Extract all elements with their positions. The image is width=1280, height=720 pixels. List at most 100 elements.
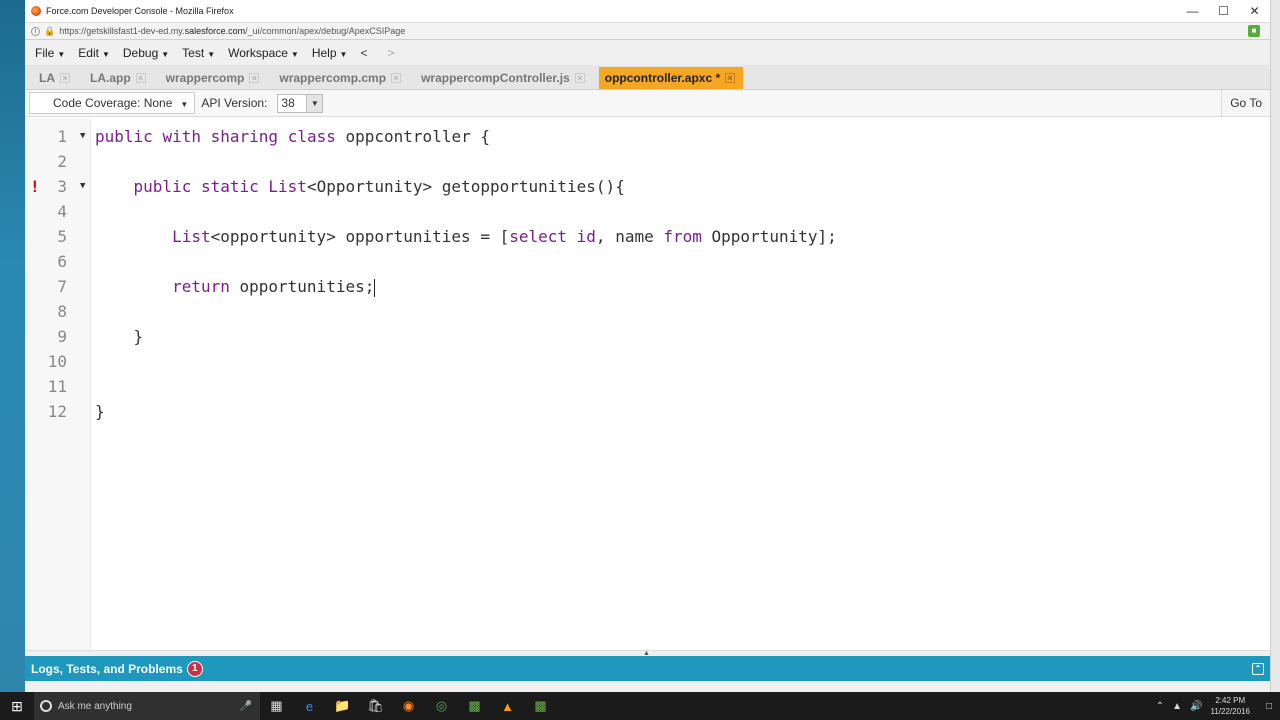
url-path: /_ui/common/apex/debug/ApexCSIPage	[245, 26, 406, 36]
task-view-icon[interactable]: ▦	[260, 698, 293, 714]
network-icon[interactable]: ▲	[1172, 701, 1182, 712]
windows-taskbar: ⊞ Ask me anything 🎤 ▦ e 📁 🛍 ◉ ◎ ▩ ▲ ▩ ⌃ …	[0, 692, 1280, 720]
close-icon[interactable]: ×	[574, 73, 585, 83]
chevron-down-icon[interactable]: ▼	[306, 94, 323, 112]
code-line[interactable]: 6	[25, 249, 1270, 274]
caret-down-icon: ▼	[339, 49, 348, 59]
firefox-taskbar-icon[interactable]: ◉	[392, 698, 425, 714]
minimize-icon[interactable]: —	[1177, 0, 1208, 22]
close-icon[interactable]: ×	[391, 73, 402, 83]
menu-debug[interactable]: Debug ▼	[123, 46, 169, 60]
code-text: }	[95, 402, 105, 421]
line-number: 8	[57, 302, 67, 321]
menu-debug-label: Debug	[122, 45, 159, 60]
line-number: 4	[57, 202, 67, 221]
tab-wrappercomp-controller[interactable]: wrappercompController.js ×	[415, 67, 593, 89]
title-bar: Force.com Developer Console - Mozilla Fi…	[25, 0, 1270, 22]
close-icon[interactable]: ×	[60, 73, 70, 83]
tab-oppcontroller[interactable]: oppcontroller.apxc * ×	[598, 67, 744, 89]
expand-icon[interactable]: ⌃	[1252, 662, 1264, 675]
tab-wrappercomp-cmp[interactable]: wrappercomp.cmp ×	[273, 67, 410, 89]
menu-help-label: Help	[311, 45, 337, 60]
code-editor[interactable]: 1 ▼ public with sharing class oppcontrol…	[25, 119, 1270, 655]
system-tray: ⌃ ▲ 🔊 2:42 PM 11/22/2016 □	[1156, 695, 1280, 717]
logs-tests-problems-panel[interactable]: Logs, Tests, and Problems 1 ⌃	[25, 656, 1270, 681]
close-icon[interactable]: ×	[135, 73, 146, 83]
menu-test-label: Test	[182, 45, 205, 60]
fold-arrow-icon[interactable]: ▼	[80, 124, 85, 149]
browser-scrollbar[interactable]	[1270, 0, 1280, 692]
menu-edit[interactable]: Edit ▼	[78, 46, 110, 60]
search-placeholder: Ask me anything	[58, 700, 132, 712]
code-line[interactable]: 2	[25, 149, 1270, 174]
tab-wrappercomp[interactable]: wrappercomp ×	[159, 67, 268, 89]
menu-workspace[interactable]: Workspace ▼	[228, 46, 299, 60]
close-icon[interactable]: ✕	[1239, 0, 1270, 22]
store-icon[interactable]: 🛍	[359, 698, 392, 714]
url-text[interactable]: https://getskillsfast1-dev-ed.my.salesfo…	[59, 26, 1248, 36]
menu-help[interactable]: Help ▼	[312, 46, 348, 60]
line-number: 10	[47, 352, 67, 371]
line-number: 9	[57, 327, 67, 346]
code-line[interactable]: 10	[25, 349, 1270, 374]
close-icon[interactable]: ×	[725, 73, 736, 83]
clock[interactable]: 2:42 PM 11/22/2016	[1211, 695, 1258, 717]
file-explorer-icon[interactable]: 📁	[326, 698, 359, 714]
tab-la[interactable]: LA ×	[33, 67, 78, 89]
camtasia-recorder-icon[interactable]: ▩	[524, 698, 557, 714]
api-version-select[interactable]: 38 ▼	[277, 93, 324, 113]
cortana-icon	[40, 700, 52, 712]
caret-down-icon: ▼	[161, 49, 170, 59]
menu-file[interactable]: File ▼	[35, 46, 65, 60]
vlc-icon[interactable]: ▲	[491, 699, 524, 714]
url-domain: salesforce.com	[184, 26, 246, 36]
menu-test[interactable]: Test ▼	[182, 46, 215, 60]
fold-arrow-icon[interactable]: ▼	[80, 174, 85, 199]
api-version-label: API Version:	[201, 96, 268, 110]
code-text: return opportunities;	[172, 277, 376, 297]
tab-label: wrappercomp.cmp	[279, 71, 387, 85]
close-icon[interactable]: ×	[249, 73, 260, 83]
code-coverage-label: Code Coverage: None	[53, 96, 173, 110]
line-number: 7	[57, 277, 67, 296]
code-text: }	[95, 327, 144, 346]
microphone-icon[interactable]: 🎤	[240, 701, 252, 712]
line-number: 1	[57, 127, 67, 146]
tab-label: LA.app	[90, 71, 131, 85]
camtasia-icon[interactable]: ▩	[458, 698, 491, 714]
editor-toolbar: Code Coverage: None ▼ API Version: 38 ▼ G…	[25, 90, 1270, 117]
address-bar[interactable]: i 🔒 https://getskillsfast1-dev-ed.my.sal…	[25, 22, 1270, 40]
code-text: public static List<Opportunity> getoppor…	[133, 177, 625, 196]
code-line[interactable]: 5 List<opportunity> opportunities = [sel…	[25, 224, 1270, 249]
code-line[interactable]: ! 3 ▼ public static List<Opportunity> ge…	[25, 174, 1270, 199]
nav-back-button[interactable]: <	[360, 46, 367, 60]
notification-icon[interactable]: □	[1266, 701, 1272, 712]
code-line[interactable]: 11	[25, 374, 1270, 399]
menu-file-label: File	[35, 45, 55, 60]
goto-button[interactable]: Go To	[1221, 90, 1270, 116]
volume-icon[interactable]: 🔊	[1190, 701, 1202, 712]
nav-forward-button[interactable]: >	[387, 46, 394, 60]
addon-icon[interactable]: ■	[1248, 25, 1260, 37]
code-line[interactable]: 9 }	[25, 324, 1270, 349]
cortana-search-box[interactable]: Ask me anything 🎤	[34, 692, 260, 720]
menu-workspace-label: Workspace	[228, 45, 288, 60]
caret-down-icon: ▼	[207, 49, 216, 59]
menu-edit-label: Edit	[78, 45, 99, 60]
windows-start-icon[interactable]: ⊞	[0, 698, 34, 715]
tab-la-app[interactable]: LA.app ×	[84, 67, 154, 89]
edge-icon[interactable]: e	[293, 699, 326, 714]
code-line[interactable]: 8	[25, 299, 1270, 324]
chevron-up-icon[interactable]: ⌃	[1156, 701, 1164, 712]
code-line[interactable]: 7 return opportunities;	[25, 274, 1270, 299]
maximize-icon[interactable]: ☐	[1208, 0, 1239, 22]
code-line[interactable]: 12 }	[25, 399, 1270, 424]
tab-label: oppcontroller.apxc *	[604, 71, 721, 85]
info-icon[interactable]: i	[31, 26, 40, 36]
code-line[interactable]: 4	[25, 199, 1270, 224]
line-number: 11	[47, 377, 67, 396]
code-coverage-dropdown[interactable]: Code Coverage: None ▼	[29, 92, 196, 114]
code-line[interactable]: 1 ▼ public with sharing class oppcontrol…	[25, 124, 1270, 149]
chrome-icon[interactable]: ◎	[425, 698, 458, 714]
clock-time: 2:42 PM	[1215, 696, 1246, 705]
